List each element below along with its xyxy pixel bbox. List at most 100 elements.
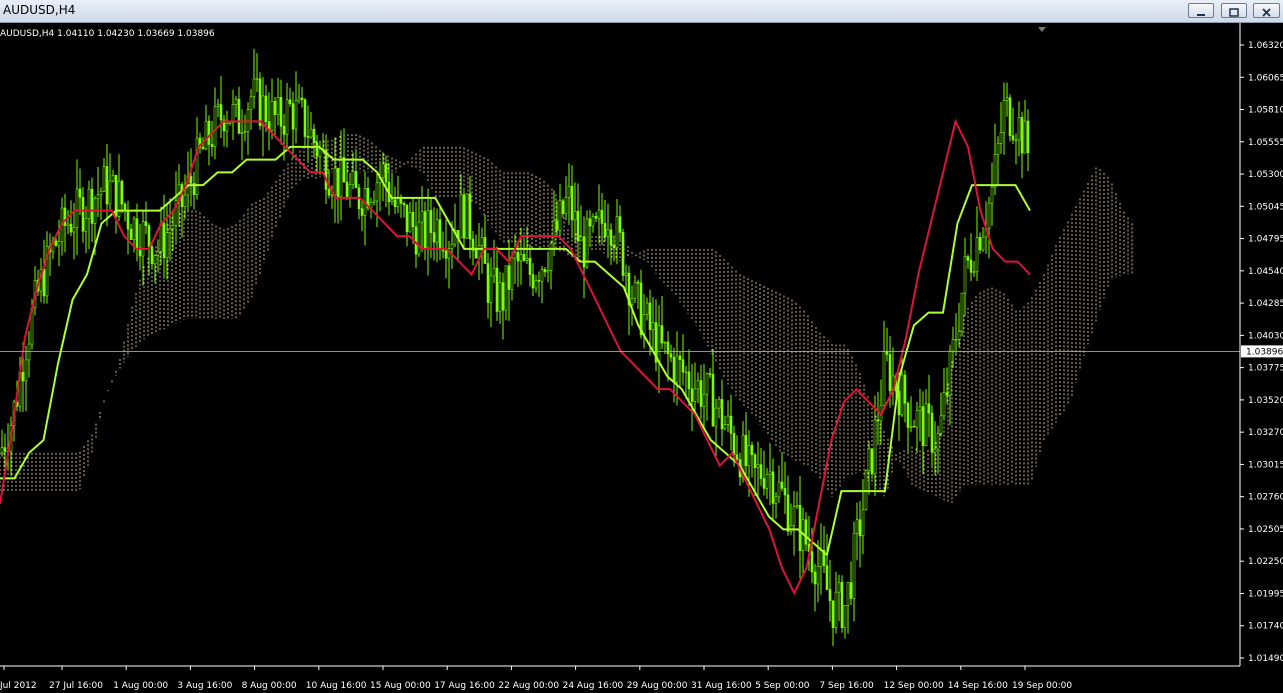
candle-body <box>216 104 220 107</box>
candle-body <box>90 188 94 224</box>
candle-body <box>150 246 154 265</box>
x-tick-label: 14 Sep 16:00 <box>948 681 1008 691</box>
maximize-icon <box>1229 8 1239 17</box>
candle-body <box>78 188 82 198</box>
candle-body <box>606 229 610 238</box>
candle-body <box>1002 99 1006 133</box>
close-button[interactable] <box>1253 3 1280 18</box>
candle-body <box>393 199 397 207</box>
y-tick-label: 1.05810 <box>1248 106 1283 116</box>
candle-body <box>576 210 580 242</box>
candle-body <box>849 582 853 599</box>
candle-body <box>0 447 4 454</box>
candle-body <box>1023 120 1027 154</box>
candle-body <box>63 207 67 226</box>
y-tick-label: 1.05045 <box>1248 202 1283 212</box>
candle-body <box>1017 117 1021 141</box>
x-tick-label: 10 Aug 16:00 <box>306 681 367 691</box>
candle-body <box>360 208 364 216</box>
y-tick-label: 1.03520 <box>1248 396 1283 406</box>
candle-body <box>327 189 331 196</box>
candle-body <box>165 232 169 259</box>
candle-body <box>420 211 424 223</box>
candle-body <box>132 218 136 240</box>
candle-body <box>873 419 877 475</box>
candle-body <box>927 403 931 414</box>
candle-body <box>864 470 868 510</box>
candle-body <box>783 488 787 496</box>
candle-body <box>291 103 295 130</box>
candle-body <box>978 237 982 251</box>
tenkan-line <box>0 118 1031 596</box>
candle-body <box>144 221 148 226</box>
y-tick-label: 1.03270 <box>1248 428 1283 438</box>
candle-body <box>567 185 571 198</box>
candle-body <box>810 551 814 573</box>
candle-body <box>486 263 490 303</box>
candle-body <box>624 272 628 276</box>
candle-body <box>870 448 874 475</box>
candle-body <box>375 182 379 202</box>
candle-body <box>81 197 85 232</box>
candle-body <box>333 167 337 196</box>
candle-body <box>168 228 172 233</box>
candle-body <box>717 398 721 409</box>
minimize-button[interactable] <box>1188 3 1214 18</box>
candle-body <box>255 78 259 81</box>
candle-body <box>384 163 388 183</box>
candle-body <box>999 132 1003 144</box>
candle-body <box>435 219 439 243</box>
candle-body <box>210 144 214 147</box>
ohlc-header: AUDUSD,H4 1.04110 1.04230 1.03669 1.0389… <box>0 29 215 39</box>
candle-body <box>495 267 499 312</box>
y-tick-label: 1.05300 <box>1248 170 1283 180</box>
candle-body <box>792 506 796 526</box>
candle-body <box>957 330 961 340</box>
candle-body <box>312 128 316 143</box>
candle-body <box>171 225 175 230</box>
y-tick-label: 1.04540 <box>1248 267 1283 277</box>
chart-shift-marker <box>1038 27 1046 32</box>
candle-body <box>561 200 565 215</box>
candle-body <box>840 581 844 629</box>
maximize-button[interactable] <box>1221 3 1247 18</box>
symbol-label: AUDUSD,H4 <box>0 29 55 39</box>
candle-body <box>54 240 58 246</box>
candle-body <box>681 359 685 373</box>
candle-body <box>240 132 244 134</box>
candle-body <box>675 355 679 383</box>
candle-body <box>708 373 712 375</box>
candle-body <box>306 136 310 138</box>
price-chart[interactable]: 1.06320 1.06065 1.05810 1.05555 1.05300 1.050… <box>0 23 1283 693</box>
candle-body <box>129 228 133 240</box>
minimize-icon <box>1197 14 1205 16</box>
candle-body <box>264 95 268 122</box>
candle-body <box>468 193 472 240</box>
candle-body <box>528 257 532 275</box>
candle-body <box>339 157 343 198</box>
candle-body <box>744 434 748 467</box>
candle-body <box>660 325 664 344</box>
candle-body <box>600 209 604 224</box>
candle-body <box>27 343 31 361</box>
candle-body <box>276 97 280 115</box>
candle-body <box>687 371 691 390</box>
chart-area[interactable]: 1.06320 1.06065 1.05810 1.05555 1.05300 1.050… <box>0 23 1283 693</box>
candle-body <box>489 275 493 303</box>
candle-body <box>24 359 28 382</box>
y-tick-label: 1.04285 <box>1248 299 1283 309</box>
candle-body <box>201 146 205 150</box>
candle-body <box>120 180 124 205</box>
candle-body <box>303 99 307 137</box>
candle-body <box>960 292 964 332</box>
candle-body <box>951 339 955 352</box>
candle-body <box>888 354 892 391</box>
candle-body <box>618 216 622 233</box>
candle-body <box>531 274 535 289</box>
candle-body <box>498 282 502 312</box>
candle-body <box>861 509 865 537</box>
candle-body <box>213 106 217 147</box>
candle-body <box>798 505 802 552</box>
candle-body <box>402 203 406 206</box>
candle-body <box>657 325 661 363</box>
